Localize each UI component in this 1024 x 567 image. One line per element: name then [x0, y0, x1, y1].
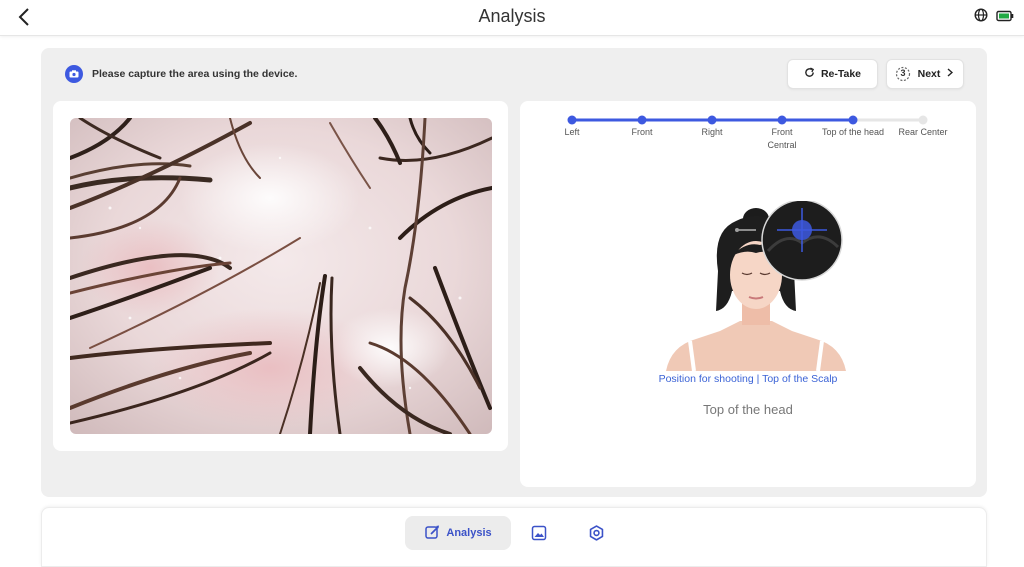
- step-dot-left: [567, 115, 577, 125]
- capture-notice: Please capture the area using the device…: [65, 65, 297, 83]
- position-stepper: Left Front Right Front Central Top of th…: [520, 101, 976, 161]
- step-label-left: Left: [564, 127, 580, 137]
- camera-preview-card: [53, 101, 508, 451]
- step-dot-rear-center: [918, 115, 928, 125]
- position-illustration: [656, 199, 856, 372]
- chevron-right-icon: [947, 68, 954, 80]
- status-icons: [974, 8, 1014, 27]
- retake-button[interactable]: Re-Take: [787, 59, 878, 89]
- analysis-icon: [424, 524, 440, 543]
- current-position-name: Top of the head: [703, 402, 793, 417]
- step-dot-front-central: [777, 115, 787, 125]
- bottom-nav: Analysis: [41, 507, 987, 567]
- step-label-right: Right: [701, 127, 723, 137]
- top-bar: Analysis: [0, 0, 1024, 36]
- next-label: Next: [917, 68, 941, 80]
- next-button[interactable]: 3 Next: [886, 59, 964, 89]
- step-dot-front: [637, 115, 647, 125]
- step-label-top-of-head: Top of the head: [821, 127, 885, 137]
- retake-label: Re-Take: [820, 68, 862, 80]
- step-dot-top-of-head: [848, 115, 858, 125]
- shooting-position-caption: Position for shooting | Top of the Scalp: [658, 373, 838, 385]
- step-dot-right: [707, 115, 717, 125]
- countdown-value: 3: [900, 68, 906, 78]
- tab-analysis[interactable]: Analysis: [405, 516, 511, 550]
- shooting-guide-card: Left Front Right Front Central Top of th…: [520, 101, 976, 487]
- scalp-camera-image: [70, 118, 492, 434]
- settings-icon[interactable]: [585, 522, 607, 544]
- globe-icon[interactable]: [974, 8, 988, 27]
- battery-icon: [996, 9, 1014, 27]
- notice-text: Please capture the area using the device…: [92, 68, 298, 80]
- tab-analysis-label: Analysis: [446, 527, 492, 539]
- step-label-front: Front: [631, 127, 653, 137]
- step-label-front-central: Front Central: [767, 127, 797, 150]
- timer-icon: 3: [895, 66, 911, 82]
- page-title: Analysis: [478, 6, 546, 26]
- step-label-rear-center: Rear Center: [898, 127, 948, 137]
- refresh-icon: [804, 67, 815, 81]
- camera-icon: [65, 65, 83, 83]
- gallery-icon[interactable]: [528, 522, 550, 544]
- capture-panel: Please capture the area using the device…: [41, 48, 987, 497]
